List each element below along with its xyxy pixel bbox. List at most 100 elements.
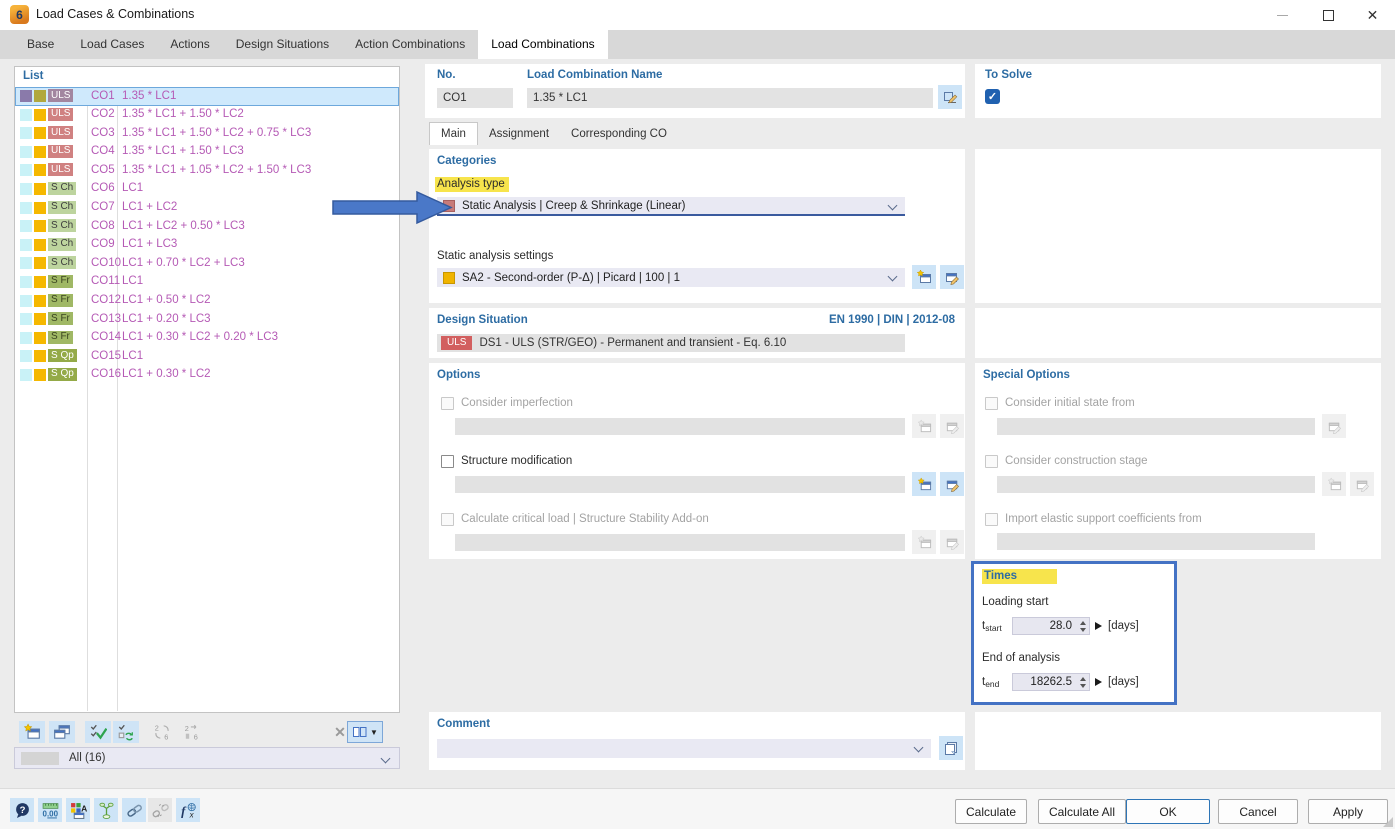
construction-stage-label: Consider construction stage [1005, 455, 1148, 467]
units-settings-button[interactable]: 0.00 [38, 798, 62, 822]
end-of-analysis-label: End of analysis [982, 652, 1060, 664]
times-header: Times [982, 569, 1058, 584]
analysis-type-dropdown[interactable]: Static Analysis | Creep & Shrinkage (Lin… [437, 197, 905, 216]
list-item[interactable]: ULS CO5 1.35 * LC1 + 1.05 * LC2 + 1.50 *… [15, 161, 399, 180]
list-item[interactable]: S Fr CO14 LC1 + 0.30 * LC2 + 0.20 * LC3 [15, 329, 399, 348]
elastic-support-checkbox[interactable] [985, 513, 998, 526]
settings-label: Static analysis settings [437, 250, 554, 262]
subtab-main[interactable]: Main [429, 122, 478, 145]
design-situation-badge: ULS [48, 126, 74, 140]
new-modification-button[interactable] [912, 472, 936, 496]
special-options-panel: Special Options Consider initial state f… [975, 363, 1381, 559]
tab-base[interactable]: Base [14, 30, 67, 59]
empty-panel-bottom [975, 712, 1381, 770]
uls-badge: ULS [441, 336, 473, 350]
combination-id: CO3 [91, 126, 115, 139]
calculate-button[interactable]: Calculate [955, 799, 1027, 824]
edit-settings-button[interactable] [940, 265, 964, 289]
title-bar: 6 Load Cases & Combinations ✕ [0, 0, 1395, 30]
analysis-type-value: Static Analysis | Creep & Shrinkage (Lin… [462, 199, 686, 212]
check-refresh-icon [118, 724, 133, 741]
empty-panel-top [975, 149, 1381, 303]
formula-button[interactable]: fx [176, 798, 200, 822]
combination-formula: LC1 + 0.70 * LC2 + LC3 [122, 256, 245, 269]
copy-combination-button[interactable] [49, 721, 75, 743]
close-icon: ✕ [1366, 7, 1379, 23]
calculate-all-button[interactable]: Calculate All [1038, 799, 1126, 824]
initial-state-checkbox[interactable] [985, 397, 998, 410]
categories-panel: Categories Analysis type Static Analysis… [429, 149, 965, 303]
check-all-button[interactable] [85, 721, 111, 743]
list-item[interactable]: S Qp CO15 LC1 [15, 347, 399, 366]
apply-button[interactable]: Apply [1308, 799, 1388, 824]
close-button[interactable]: ✕ [1350, 0, 1395, 30]
rename-button[interactable] [938, 85, 962, 109]
tab-design-situations[interactable]: Design Situations [223, 30, 342, 59]
tab-actions[interactable]: Actions [157, 30, 222, 59]
consider-imperfection-checkbox[interactable] [441, 397, 454, 410]
columns-view-button[interactable]: ▼ [347, 721, 383, 743]
edit-modification-button[interactable] [940, 472, 964, 496]
list-item[interactable]: ULS CO2 1.35 * LC1 + 1.50 * LC2 [15, 106, 399, 125]
display-settings-icon: A [70, 802, 87, 819]
help-button[interactable]: ? [10, 798, 34, 822]
list-item[interactable]: ULS CO1 1.35 * LC1 [15, 87, 399, 106]
action-color-swatch [34, 275, 46, 288]
edit-construction-stage-button [1350, 472, 1374, 496]
critical-load-checkbox[interactable] [441, 513, 454, 526]
list-item[interactable]: S Fr CO11 LC1 [15, 273, 399, 292]
initial-state-field [997, 418, 1315, 435]
toggle-check-button[interactable] [113, 721, 139, 743]
dialog-tab-bar: Base Load Cases Actions Design Situations Ac… [0, 30, 1395, 59]
tend-expand-icon[interactable] [1095, 678, 1102, 686]
tend-stepper[interactable] [1078, 677, 1087, 688]
subtab-corresponding-co[interactable]: Corresponding CO [560, 123, 678, 146]
combination-id: CO8 [91, 219, 115, 232]
construction-stage-checkbox[interactable] [985, 455, 998, 468]
action-color-swatch [34, 257, 46, 270]
minimize-button[interactable] [1260, 0, 1305, 30]
combination-id: CO13 [91, 312, 122, 325]
display-settings-button[interactable]: A [66, 798, 90, 822]
name-field[interactable]: 1.35 * LC1 [527, 88, 933, 108]
maximize-button[interactable] [1306, 0, 1351, 30]
solve-state-swatch [20, 127, 32, 140]
list-item[interactable]: S Ch CO10 LC1 + 0.70 * LC2 + LC3 [15, 254, 399, 273]
renumber-assign-icon: 26 [185, 724, 198, 741]
combination-formula: LC1 + LC2 [122, 201, 178, 214]
svg-text:f: f [181, 804, 187, 818]
list-item[interactable]: S Qp CO16 LC1 + 0.30 * LC2 [15, 366, 399, 385]
to-solve-checkbox[interactable]: ✓ [985, 89, 1000, 104]
tab-load-cases[interactable]: Load Cases [67, 30, 157, 59]
settings-dropdown[interactable]: SA2 - Second-order (P-Δ) | Picard | 100 … [437, 268, 905, 287]
ok-button[interactable]: OK [1126, 799, 1210, 824]
renumber-assign-button[interactable]: 26 [179, 721, 205, 743]
list-item[interactable]: S Ch CO9 LC1 + LC3 [15, 236, 399, 255]
list-item[interactable]: S Fr CO13 LC1 + 0.20 * LC3 [15, 310, 399, 329]
svg-text:6: 6 [194, 732, 198, 741]
tab-action-combinations[interactable]: Action Combinations [342, 30, 478, 59]
combination-id: CO7 [91, 201, 115, 214]
structure-modification-checkbox[interactable] [441, 455, 454, 468]
list-item[interactable]: ULS CO4 1.35 * LC1 + 1.50 * LC3 [15, 143, 399, 162]
cancel-button[interactable]: Cancel [1218, 799, 1298, 824]
renumber-button[interactable]: 26 [149, 721, 175, 743]
model-tree-button[interactable] [94, 798, 118, 822]
list-item[interactable]: ULS CO3 1.35 * LC1 + 1.50 * LC2 + 0.75 *… [15, 124, 399, 143]
tstart-stepper[interactable] [1078, 621, 1087, 632]
loading-start-label: Loading start [982, 596, 1049, 608]
comment-dropdown[interactable] [437, 739, 931, 758]
tend-unit: [days] [1108, 676, 1139, 688]
window-title: Load Cases & Combinations [36, 7, 195, 21]
new-icon [23, 723, 40, 739]
subtab-assignment[interactable]: Assignment [478, 123, 560, 146]
link-button[interactable] [122, 798, 146, 822]
combination-formula: LC1 + LC3 [122, 238, 178, 251]
list-filter-dropdown[interactable]: All (16) [14, 747, 400, 769]
tstart-expand-icon[interactable] [1095, 622, 1102, 630]
new-settings-button[interactable] [912, 265, 936, 289]
list-item[interactable]: S Fr CO12 LC1 + 0.50 * LC2 [15, 292, 399, 311]
new-combination-button[interactable] [19, 721, 45, 743]
tab-load-combinations[interactable]: Load Combinations [478, 30, 608, 59]
copy-comment-button[interactable] [939, 736, 963, 760]
